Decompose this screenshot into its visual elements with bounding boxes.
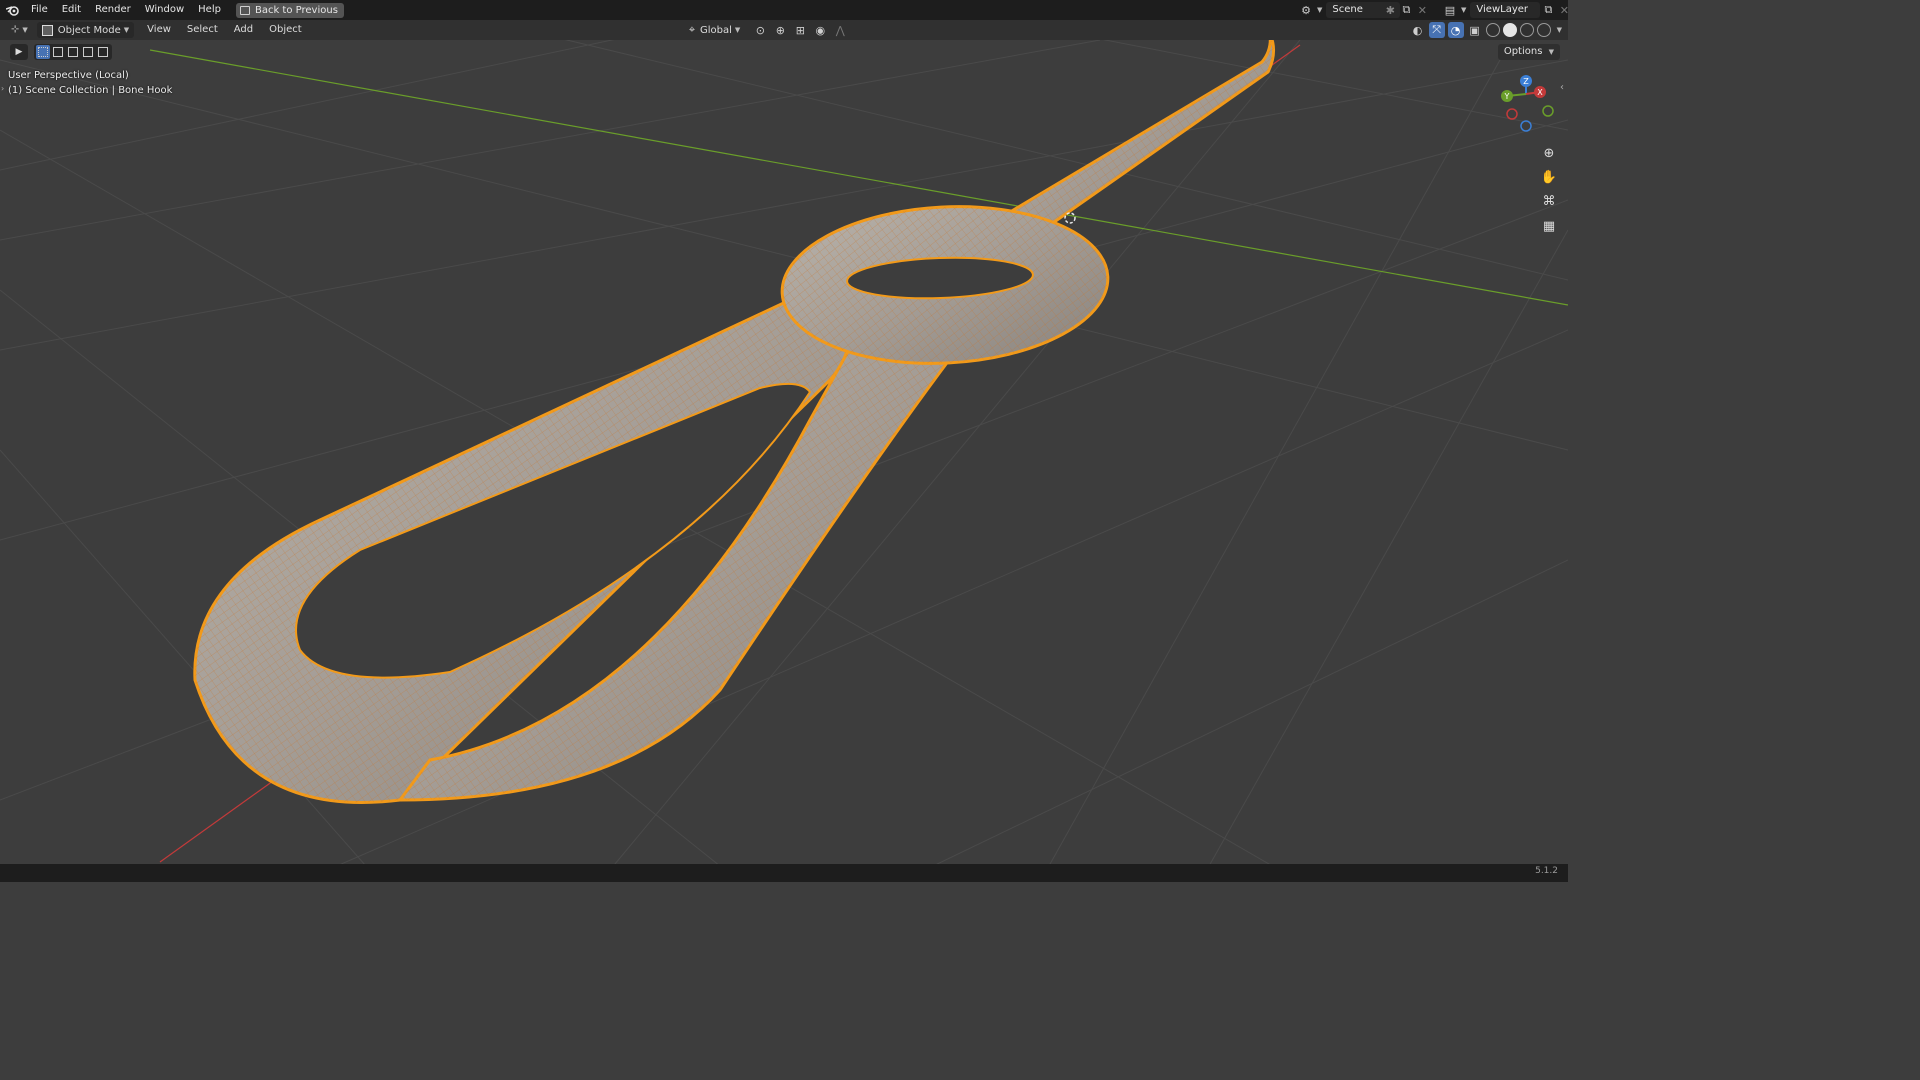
- rendered-shading-icon[interactable]: [1536, 23, 1551, 37]
- options-dropdown[interactable]: Options ▼: [1497, 44, 1560, 60]
- pivot-point-icon[interactable]: ⊙: [752, 22, 768, 38]
- gizmo-toggle-icon[interactable]: ⤧: [1428, 22, 1445, 38]
- screen-icon: [239, 5, 250, 15]
- menu-view[interactable]: View: [142, 22, 176, 38]
- chevron-down-icon[interactable]: ▼: [1557, 26, 1562, 34]
- back-to-previous-label: Back to Previous: [254, 4, 338, 16]
- orientation-icon: ⌖: [688, 23, 696, 36]
- menu-add[interactable]: Add: [229, 22, 258, 38]
- menu-window[interactable]: Window: [138, 0, 191, 20]
- transform-orientation-dropdown[interactable]: ⌖ Global ▼: [684, 22, 740, 38]
- delete-view-layer-icon[interactable]: ✕: [1556, 2, 1572, 18]
- chevron-right-icon[interactable]: ›: [1, 84, 4, 93]
- overlay-toggle-icon[interactable]: ◔: [1447, 22, 1464, 38]
- scene-icon: ⚙: [1301, 3, 1311, 17]
- new-view-layer-icon[interactable]: ⧉: [1540, 2, 1556, 18]
- material-preview-icon[interactable]: [1519, 23, 1534, 37]
- chevron-down-icon: ▼: [734, 26, 741, 34]
- editor-type-selector[interactable]: ⊹ ▼: [6, 22, 33, 38]
- xray-toggle-icon[interactable]: ▣: [1467, 22, 1483, 38]
- chevron-down-icon: ▼: [123, 26, 130, 34]
- select-extend-icon[interactable]: [51, 45, 65, 59]
- sidebar-toggle-icon[interactable]: ‹: [1560, 82, 1564, 93]
- viewport-icon: ⊹: [11, 24, 20, 35]
- chevron-down-icon: ▼: [1317, 6, 1323, 14]
- chevron-down-icon: ▼: [22, 26, 28, 34]
- delete-scene-icon[interactable]: ✕: [1414, 2, 1430, 18]
- select-subtract-icon[interactable]: [66, 45, 80, 59]
- select-set-icon[interactable]: [36, 45, 50, 59]
- view-layer-icon: ▤: [1444, 3, 1456, 17]
- select-invert-icon[interactable]: [81, 45, 95, 59]
- falloff-icon[interactable]: ⋀: [832, 22, 848, 38]
- pin-icon[interactable]: ✱: [1382, 2, 1398, 18]
- navigation-gizmo[interactable]: Z X Y: [1496, 72, 1560, 136]
- view-layer-selector[interactable]: ▤ ▼ ViewLayer ⧉ ✕: [1442, 2, 1572, 18]
- tool-row: ▶: [10, 44, 112, 60]
- camera-view-icon[interactable]: ⌘: [1538, 190, 1560, 212]
- perspective-label: User Perspective (Local): [8, 70, 129, 81]
- object-mode-icon: [41, 24, 53, 36]
- grid-projection-icon[interactable]: ▦: [1538, 215, 1560, 237]
- menu-render[interactable]: Render: [88, 0, 138, 20]
- gizmo-x-label: X: [1537, 88, 1543, 97]
- viewport-canvas[interactable]: [0, 0, 1568, 882]
- selection-mode-group: [34, 44, 112, 60]
- snap-icon[interactable]: ⊕: [772, 22, 788, 38]
- transform-tools: ⌖ Global ▼ ⊙ ⊕ ⊞ ◉ ⋀: [684, 22, 848, 38]
- blender-logo-icon[interactable]: [5, 3, 19, 17]
- menu-object[interactable]: Object: [264, 22, 307, 38]
- view-layer-field[interactable]: ViewLayer: [1470, 2, 1541, 18]
- select-intersect-icon[interactable]: [96, 45, 110, 59]
- new-scene-icon[interactable]: ⧉: [1398, 2, 1414, 18]
- scene-selector[interactable]: ⚙ ▼ Scene ✱ ⧉ ✕: [1298, 2, 1430, 18]
- menu-edit[interactable]: Edit: [55, 0, 88, 20]
- proportional-edit-icon[interactable]: ◉: [812, 22, 828, 38]
- menu-file[interactable]: File: [24, 0, 55, 20]
- snap-target-icon[interactable]: ⊞: [792, 22, 808, 38]
- menu-help[interactable]: Help: [191, 0, 228, 20]
- visibility-icon[interactable]: ◐: [1410, 22, 1426, 38]
- solid-shading-icon[interactable]: [1502, 23, 1517, 37]
- collection-label: (1) Scene Collection | Bone Hook: [8, 85, 173, 96]
- viewport-display-tools: ◐ ⤧ ◔ ▣ ▼: [1410, 22, 1562, 38]
- select-tool-icon[interactable]: ▶: [10, 44, 28, 60]
- wireframe-shading-icon[interactable]: [1485, 23, 1500, 37]
- mode-selector[interactable]: Object Mode ▼: [36, 22, 135, 38]
- mode-label: Object Mode: [57, 24, 121, 36]
- zoom-icon[interactable]: ⊕: [1538, 142, 1560, 164]
- chevron-down-icon: ▼: [1548, 48, 1554, 56]
- version-label: 5.1.2: [1535, 866, 1558, 876]
- back-to-previous-button[interactable]: Back to Previous: [235, 2, 344, 18]
- status-bar: [0, 864, 1568, 882]
- chevron-down-icon: ▼: [1461, 6, 1467, 14]
- gizmo-z-label: Z: [1523, 77, 1529, 86]
- gizmo-y-label: Y: [1504, 92, 1510, 101]
- pan-hand-icon[interactable]: ✋: [1538, 166, 1560, 188]
- menu-select[interactable]: Select: [182, 22, 223, 38]
- transform-orientation-label: Global: [700, 24, 732, 36]
- bone-hook-mesh: [193, 33, 1275, 804]
- options-label: Options: [1503, 46, 1543, 57]
